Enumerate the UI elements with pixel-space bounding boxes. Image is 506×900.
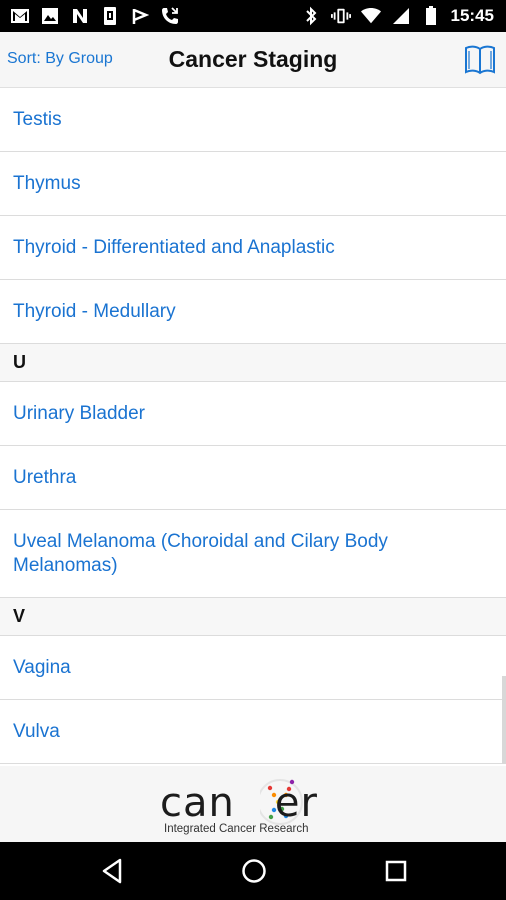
list-item-label: Thymus [13, 172, 81, 194]
list-item[interactable]: Urinary Bladder [0, 382, 506, 446]
missed-call-icon [160, 6, 180, 26]
footer: can er Integrated Cancer Research [0, 766, 506, 842]
home-icon[interactable] [239, 856, 269, 886]
list-item-label: Urethra [13, 466, 77, 488]
section-header: V [0, 598, 506, 636]
sim-icon [100, 6, 120, 26]
cancer-type-list: Testis Thymus Thyroid - Differentiated a… [0, 88, 506, 764]
cell-signal-icon [391, 6, 411, 26]
list-item-label: Thyroid - Differentiated and Anaplastic [13, 236, 335, 258]
list-item-label: Vulva [13, 720, 60, 742]
section-header-label: V [13, 606, 26, 626]
list-item[interactable]: Vagina [0, 636, 506, 700]
list-item-label: Urinary Bladder [13, 402, 145, 424]
list-item[interactable]: Testis [0, 88, 506, 152]
image-icon [40, 6, 60, 26]
list-item[interactable]: Thyroid - Medullary [0, 280, 506, 344]
list-item-label: Thyroid - Medullary [13, 300, 176, 322]
n-app-icon [70, 6, 90, 26]
list-item-label: Uveal Melanoma (Choroidal and Cilary Bod… [13, 530, 388, 576]
bluetooth-icon [301, 6, 321, 26]
logo-tagline: Integrated Cancer Research [164, 823, 309, 835]
flag-icon [130, 6, 150, 26]
battery-icon [421, 6, 441, 26]
list-item[interactable]: Uveal Melanoma (Choroidal and Cilary Bod… [0, 510, 506, 598]
app-header: Sort: By Group Cancer Staging [0, 32, 506, 88]
clock: 15:45 [450, 6, 494, 25]
list-item[interactable]: Thymus [0, 152, 506, 216]
canxer-logo: can er Integrated Cancer Research [160, 770, 346, 838]
section-header-label: U [13, 352, 26, 372]
section-header: U [0, 344, 506, 382]
status-bar: 15:45 [0, 0, 506, 32]
logo-wordmark: can er [160, 780, 318, 826]
list-item[interactable]: Thyroid - Differentiated and Anaplastic [0, 216, 506, 280]
page-title: Cancer Staging [168, 46, 338, 72]
recents-icon[interactable] [381, 856, 411, 886]
system-icons: 15:45 [301, 6, 506, 26]
scrollbar[interactable] [502, 676, 506, 764]
list-item[interactable]: Urethra [0, 446, 506, 510]
back-icon[interactable] [98, 856, 128, 886]
gmail-icon [10, 6, 30, 26]
notification-icons [0, 6, 180, 26]
android-nav-bar [0, 842, 506, 900]
wifi-icon [360, 6, 381, 26]
book-icon[interactable] [464, 42, 496, 76]
vibrate-icon [330, 6, 351, 26]
list-item[interactable]: Vulva [0, 700, 506, 764]
list-item-label: Vagina [13, 656, 71, 678]
list-item-label: Testis [13, 108, 62, 130]
